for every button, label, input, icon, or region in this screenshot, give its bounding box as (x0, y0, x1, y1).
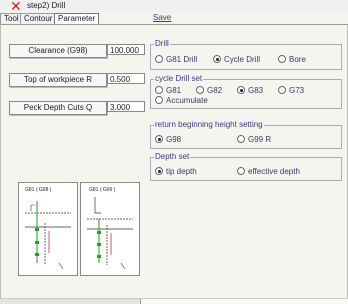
depth-option-effective[interactable]: effective depth (237, 167, 300, 176)
radio-icon (278, 86, 286, 94)
diagram-g99-caption: G81 ( G99 ) (89, 187, 116, 193)
drill-option-cycle[interactable]: Cycle Drill (213, 55, 260, 64)
cycle-option-accumulate[interactable]: Accumulate (155, 96, 208, 105)
top-of-workpiece-button[interactable]: Top of workpiece R (9, 73, 107, 87)
return-height-group: return beginning height setting G98 G99 … (150, 120, 342, 149)
depth-set-group: Depth set tip depth effective depth (150, 152, 342, 181)
return-option-g98[interactable]: G98 (155, 135, 181, 144)
drill-group: Drill G81 Drill Cycle Drill Bore (150, 39, 342, 70)
radio-icon (237, 167, 245, 175)
radio-icon (155, 55, 163, 63)
save-link[interactable]: Save (153, 13, 171, 23)
cycle-option-g73[interactable]: G73 (278, 86, 304, 95)
diagram-g98-caption: G81 ( G98 ) (25, 187, 52, 193)
cycle-option-g81[interactable]: G81 (155, 86, 181, 95)
cycle-option-g82[interactable]: G82 (196, 86, 222, 95)
radio-icon (155, 96, 163, 104)
cycle-option-g83[interactable]: G83 (237, 86, 263, 95)
close-icon[interactable]: ✕ (10, 0, 22, 13)
diagram-g98: G81 ( G98 ) (18, 182, 78, 276)
peck-depth-button[interactable]: Peck Depth Cuts Q (9, 101, 107, 115)
top-of-workpiece-input[interactable]: 0.500 (107, 73, 145, 84)
cycle-drill-group-label: cycle Drill set (154, 74, 204, 83)
radio-icon (237, 135, 245, 143)
depth-set-group-label: Depth set (154, 152, 191, 161)
radio-selected-icon (155, 135, 163, 143)
diagram-g99: G81 ( G99 ) (80, 182, 140, 276)
return-height-group-label: return beginning height setting (154, 120, 264, 129)
title-bar: ✕ step2) Drill (0, 0, 348, 13)
peck-depth-input[interactable]: 3.000 (107, 101, 145, 112)
window-title: step2) Drill (27, 1, 66, 10)
clearance-button[interactable]: Clearance (G98) (9, 44, 107, 58)
cycle-drill-group: cycle Drill set G81 G82 G83 G73 Accumula… (150, 74, 342, 109)
drill-cycle-diagram-icon: G81 ( G99 ) (87, 187, 133, 270)
tab-bar: Tool Contour Parameter Save (0, 13, 348, 24)
drill-option-bore[interactable]: Bore (278, 55, 306, 64)
drill-cycle-diagram-icon: G81 ( G98 ) (25, 187, 71, 270)
radio-selected-icon (213, 55, 221, 63)
drill-option-g81[interactable]: G81 Drill (155, 55, 197, 64)
horizontal-scrollbar[interactable] (0, 298, 348, 304)
tab-parameter[interactable]: Parameter (54, 13, 100, 24)
radio-icon (196, 86, 204, 94)
scrollbar-thumb[interactable] (140, 299, 348, 304)
radio-icon (155, 86, 163, 94)
depth-option-tip[interactable]: tip depth (155, 167, 197, 176)
radio-icon (278, 55, 286, 63)
clearance-input[interactable]: 100.000 (107, 44, 145, 55)
radio-selected-icon (237, 86, 245, 94)
return-option-g99r[interactable]: G99 R (237, 135, 271, 144)
drill-group-label: Drill (154, 39, 170, 48)
radio-selected-icon (155, 167, 163, 175)
tab-contour[interactable]: Contour (20, 13, 57, 24)
